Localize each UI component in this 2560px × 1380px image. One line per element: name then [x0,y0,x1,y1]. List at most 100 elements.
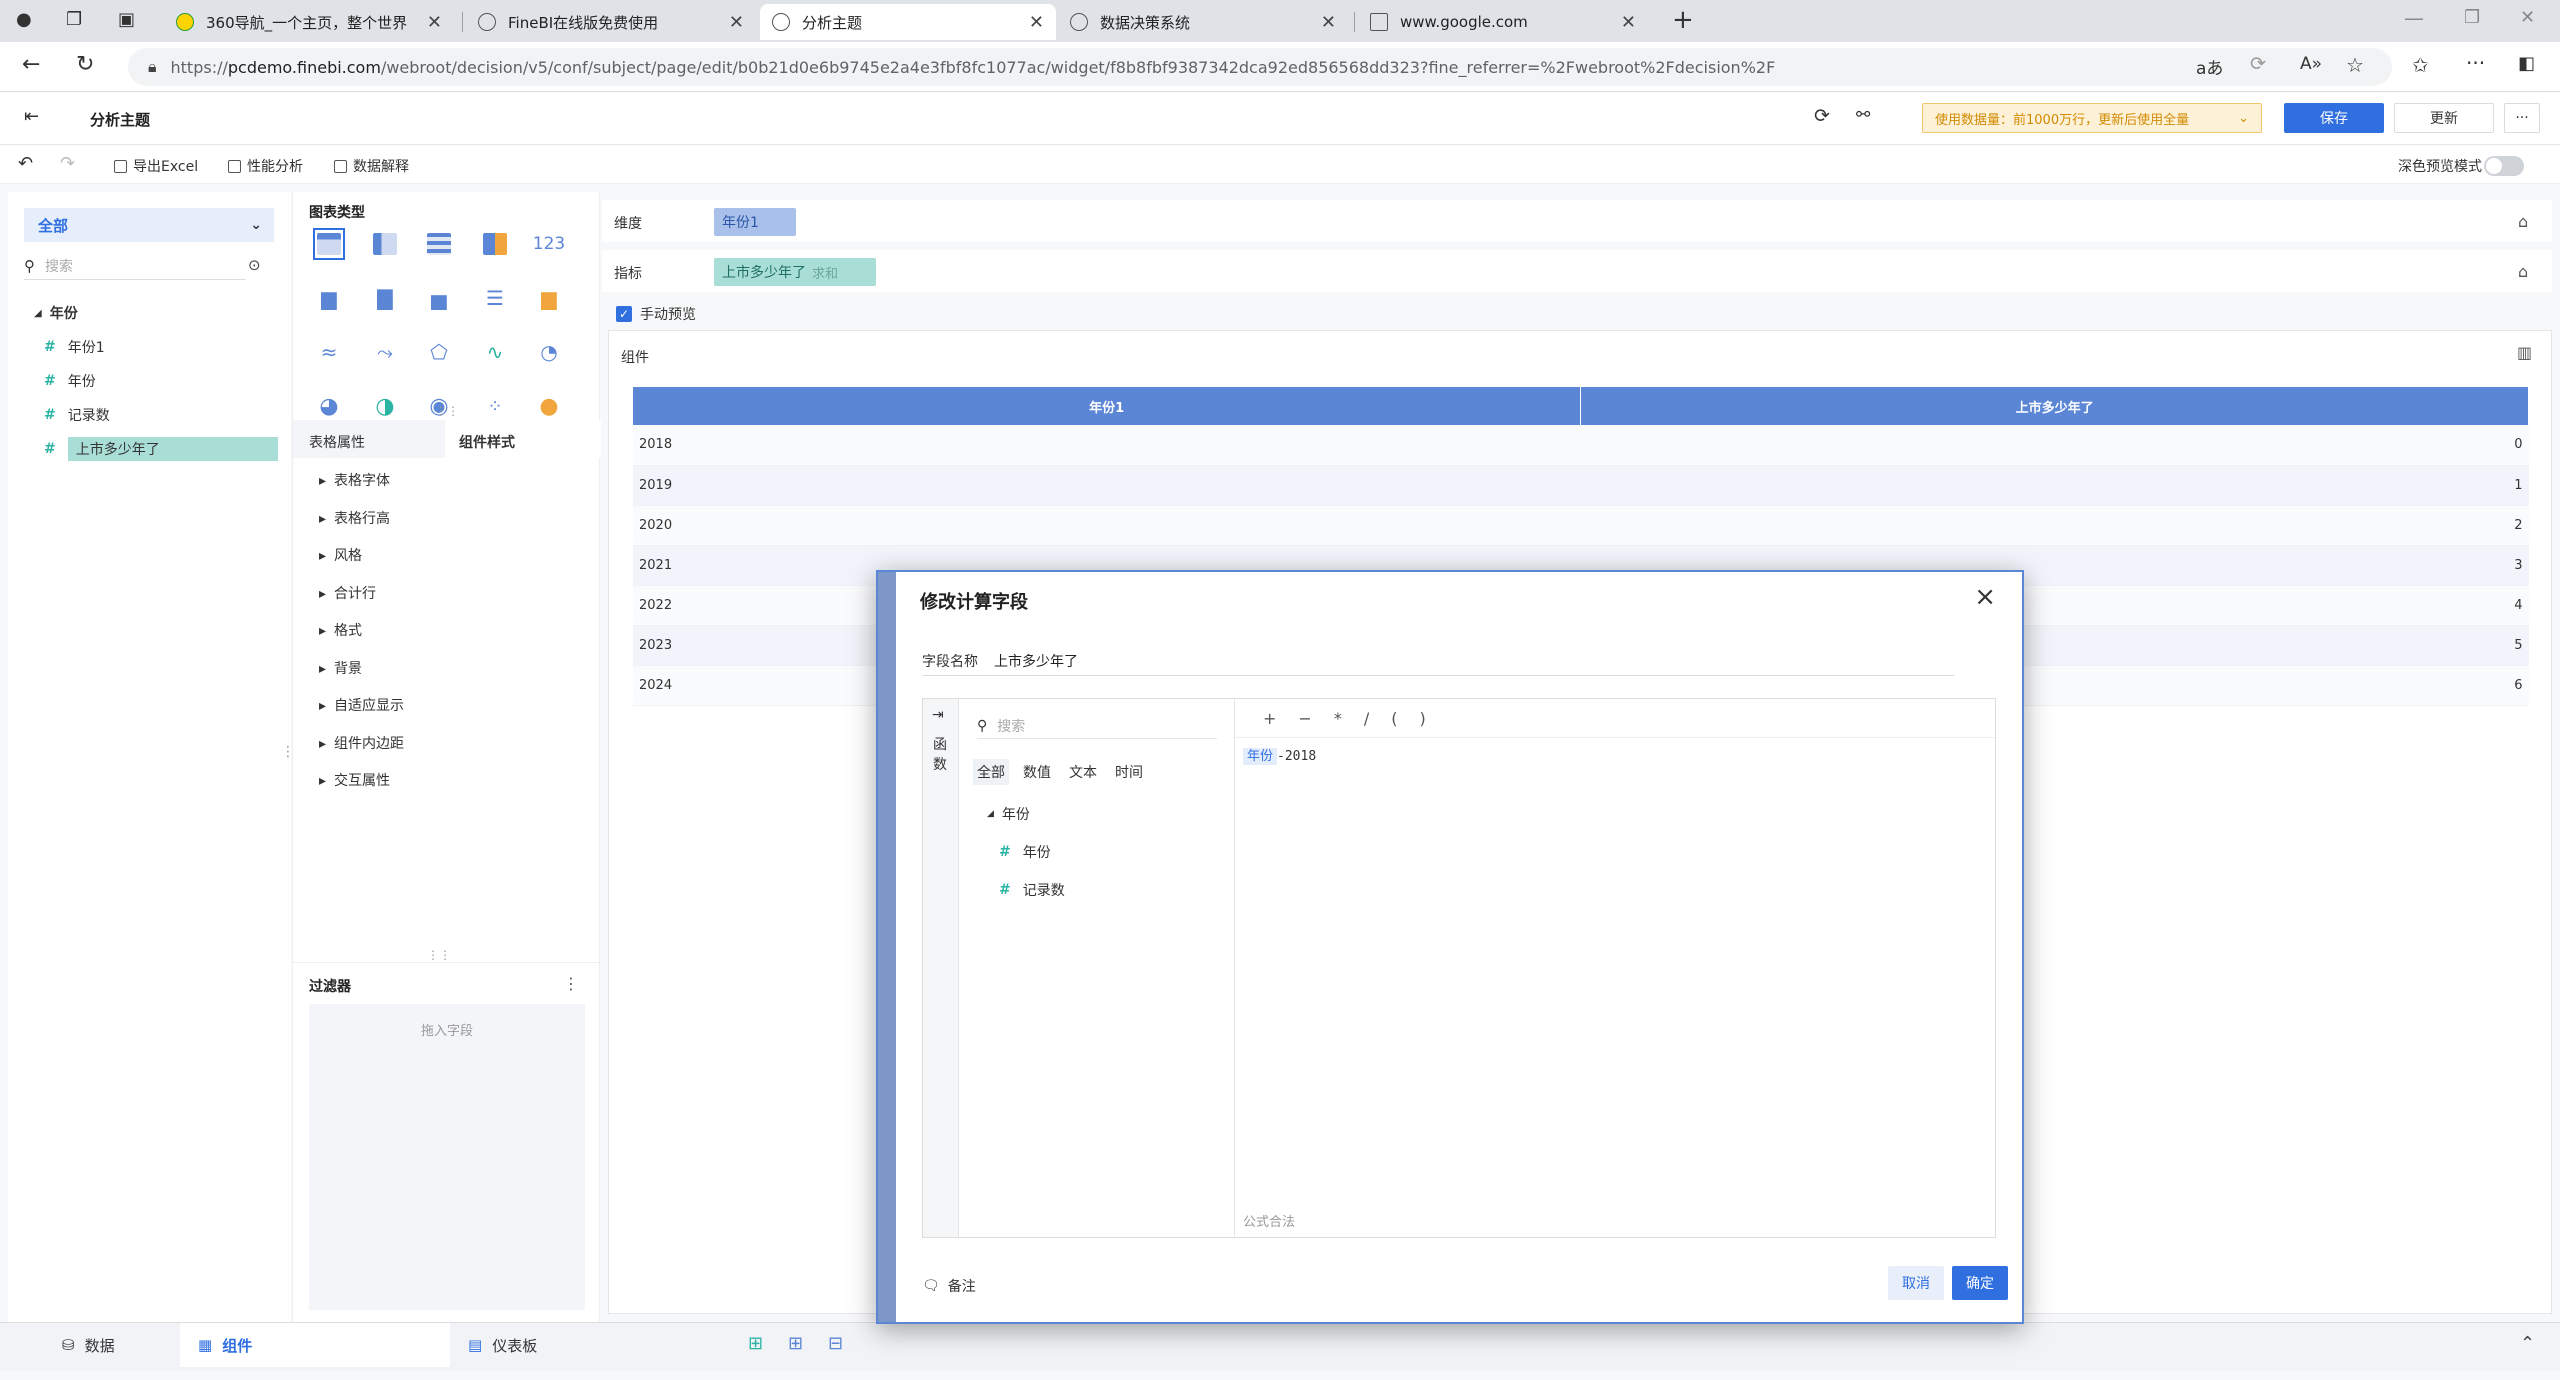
more-icon[interactable]: ··· [2466,51,2485,75]
area-chart-icon[interactable]: ≈ [313,336,345,368]
close-icon[interactable]: ✕ [1621,12,1636,33]
prop-interaction[interactable]: 交互属性 [319,770,390,790]
profile-icon[interactable]: ● [16,9,32,30]
close-icon[interactable]: × [1974,582,1996,612]
filter-all[interactable]: 全部 [973,759,1009,785]
bubble-chart-icon[interactable]: ● [533,390,565,422]
column-header-year1[interactable]: 年份1 [633,387,1582,425]
tab-dashboard[interactable]: ▤ 仪表板 [450,1323,710,1367]
close-icon[interactable]: ✕ [1321,12,1336,33]
update-button[interactable]: 更新 [2394,103,2494,133]
export-excel-button[interactable]: 导出Excel [114,156,198,176]
drag-handle-icon[interactable]: ⋮⋮ [435,404,459,418]
more-actions-icon[interactable]: ⊙ [248,256,261,274]
panel-resize-handle-icon[interactable]: ⋮ [281,744,295,760]
prop-row-height[interactable]: 表格行高 [319,508,390,528]
horizontal-bar-icon[interactable]: ☰ [479,282,511,314]
scope-select[interactable]: 全部 ⌄ [24,208,274,242]
prop-total-row[interactable]: 合计行 [319,583,376,603]
redo-icon[interactable]: ↷ [60,153,75,174]
exit-edit-icon[interactable]: ⇤ [24,106,39,127]
stacked-bar-icon[interactable]: ▆ [313,282,345,314]
grouped-bar-icon[interactable]: ▅ [423,282,455,314]
column-header-years-listed[interactable]: 上市多少年了 [1580,387,2529,425]
tab-data[interactable]: ⛁ 数据 [44,1323,180,1367]
modal-field-record-count[interactable]: # 记录数 [999,877,1065,903]
tab-360[interactable]: 360导航_一个主页，整个世界 ✕ [164,4,454,40]
pie-chart-icon[interactable]: ◕ [313,390,345,422]
vertical-tabs-icon[interactable]: ▣ [118,9,135,30]
close-icon[interactable]: ✕ [427,12,442,33]
filter-text[interactable]: 文本 [1065,759,1101,785]
formula-area[interactable]: + − * / ( ) 年份 -2018 公式合法 [1235,699,1995,1237]
tab-finebi-online[interactable]: FineBI在线版免费使用 ✕ [466,4,756,40]
kpi-card-icon[interactable] [479,228,511,260]
tab-component-style[interactable]: 组件样式 [445,420,601,458]
tree-group-year[interactable]: ◢ 年份 [34,300,78,326]
plus-operator[interactable]: + [1263,709,1276,728]
field-item-year[interactable]: # 年份 [44,368,96,394]
scatter-chart-icon[interactable]: ⁘ [479,390,511,422]
filter-more-icon[interactable]: ⋮ [563,974,579,993]
favorite-star-icon[interactable]: ☆ [2346,53,2364,77]
refresh-icon[interactable]: ↻ [76,52,94,77]
prop-inner-padding[interactable]: 组件内边距 [319,733,404,753]
sync-icon[interactable]: ⟳ [2250,53,2266,75]
filter-number[interactable]: 数值 [1019,759,1055,785]
dark-preview-toggle[interactable] [2484,156,2524,176]
drag-handle-icon[interactable]: ⋮⋮ [427,948,451,962]
new-tab-icon[interactable]: + [1672,5,1694,35]
divide-operator[interactable]: / [1364,709,1369,728]
dimension-shelf[interactable]: 维度 年份1 ⌂ [602,200,2552,242]
filter-drop-zone[interactable]: 拖入字段 [309,1004,585,1310]
performance-analysis-button[interactable]: 性能分析 [228,156,303,176]
undo-icon[interactable]: ↶ [18,153,33,174]
cell-years-listed[interactable]: 1 [1580,465,2529,506]
more-options-button[interactable]: ··· [2504,103,2540,133]
immersive-reader-icon[interactable]: A» [2300,54,2322,74]
tab-analysis-subject[interactable]: 分析主题 ✕ [760,4,1056,40]
prop-style[interactable]: 风格 [319,545,362,565]
formula-text[interactable]: 年份 -2018 [1243,745,1316,765]
restore-icon[interactable]: ❐ [2464,7,2480,28]
sidebar-toggle-icon[interactable]: ◧ [2518,53,2535,74]
read-aloud-icon[interactable]: aあ [2196,54,2223,79]
cross-table-icon[interactable] [423,228,455,260]
cell-years-listed[interactable]: 2 [1580,505,2529,546]
refresh-data-icon[interactable]: ⟳ [1814,105,1830,127]
field-item-year1[interactable]: # 年份1 [44,334,105,360]
close-icon[interactable]: ✕ [1029,12,1044,33]
prop-format[interactable]: 格式 [319,620,362,640]
dimension-pill[interactable]: 年份1 [714,208,796,236]
cell-year1[interactable]: 2018 [633,425,1581,466]
prop-background[interactable]: 背景 [319,658,362,678]
prop-table-font[interactable]: 表格字体 [319,470,390,490]
save-button[interactable]: 保存 [2284,103,2384,133]
field-item-record-count[interactable]: # 记录数 [44,402,110,428]
manual-preview-checkbox[interactable]: ✓ 手动预览 [616,304,696,324]
field-item-years-listed[interactable]: # 上市多少年了 [44,436,278,462]
modal-field-year[interactable]: # 年份 [999,839,1051,865]
stream-chart-icon[interactable]: ∿ [479,336,511,368]
dimension-settings-icon[interactable]: ⌂ [2518,212,2528,231]
rose-chart-icon[interactable]: ◑ [369,390,401,422]
measure-pill[interactable]: 上市多少年了 求和 [714,258,876,286]
tree-group-year[interactable]: ◢ 年份 [987,801,1030,827]
add-dashboard-icon[interactable]: ⊞ [788,1333,803,1354]
minimize-icon[interactable]: — [2404,6,2424,30]
cell-years-listed[interactable]: 0 [1580,425,2529,466]
collapse-up-icon[interactable]: ⌃ [2520,1333,2535,1354]
add-component-icon[interactable]: ⊞ [748,1333,763,1354]
close-icon[interactable]: ✕ [729,12,744,33]
radar-chart-icon[interactable]: ⬠ [423,336,455,368]
minus-operator[interactable]: − [1298,709,1311,728]
multiply-operator[interactable]: * [1334,709,1342,728]
cell-year1[interactable]: 2019 [633,465,1581,506]
measure-settings-icon[interactable]: ⌂ [2518,262,2528,281]
data-explain-button[interactable]: 数据解释 [334,156,409,176]
left-paren-operator[interactable]: ( [1391,709,1397,728]
note-button[interactable]: 🗨︎ 备注 [922,1276,976,1296]
waterfall-icon[interactable]: ▆ [533,282,565,314]
back-icon[interactable]: ← [22,52,40,77]
workspaces-icon[interactable]: ❐ [66,9,82,30]
